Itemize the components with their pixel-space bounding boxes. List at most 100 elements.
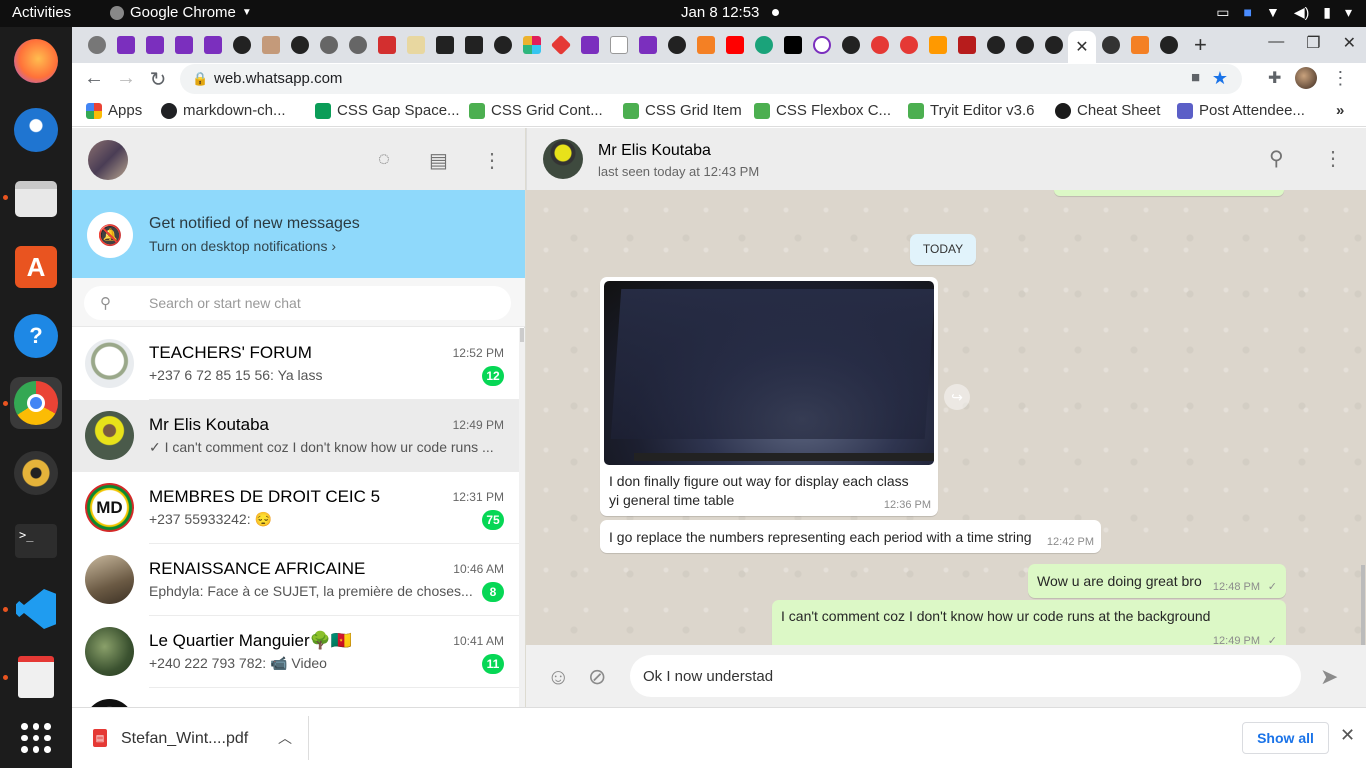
bookmarks-overflow-chevron-icon[interactable]: » [1336,102,1344,119]
bookmark-markdown[interactable]: markdown-ch... [161,102,286,119]
show-applications-button[interactable] [10,712,62,764]
tab-favicon-c-icon[interactable] [610,36,628,54]
conversation-header[interactable]: Mr Elis Koutaba last seen today at 12:43… [526,128,1366,190]
tab-favicon-github-icon[interactable] [494,36,512,54]
tab-favicon-pdf-icon[interactable] [958,36,976,54]
bookmark-post-attendee[interactable]: Post Attendee... [1177,102,1305,119]
tab-favicon-globe-icon[interactable] [320,36,338,54]
app-menu[interactable]: Google Chrome ▼ [110,4,252,21]
chevron-up-icon[interactable]: ︿ [278,728,292,748]
close-window-icon[interactable]: ✕ [1343,33,1356,53]
incoming-image-message[interactable]: I don finally figure out way for display… [600,277,938,516]
menu-dots-icon[interactable]: ⋮ [482,148,502,173]
firefox-launcher[interactable] [10,35,62,87]
tab-favicon-globe-icon[interactable] [88,36,106,54]
tab-favicon-r-icon[interactable] [465,36,483,54]
help-launcher[interactable]: ? [10,310,62,362]
tab-favicon-github-icon[interactable] [233,36,251,54]
tab-favicon-m-icon[interactable] [204,36,222,54]
tab-favicon-github-icon[interactable] [1016,36,1034,54]
chat-list-item[interactable]: MD MEMBRES DE DROIT CEIC 5 12:31 PM +237… [72,472,519,544]
activities-button[interactable]: Activities [12,4,71,21]
camera-icon[interactable]: ■ [1191,69,1200,86]
extensions-puzzle-icon[interactable]: ✚ [1268,68,1281,88]
profile-avatar[interactable] [1295,67,1318,89]
tab-favicon-icon[interactable] [407,36,425,54]
document-viewer-launcher[interactable] [10,651,62,703]
emoji-icon[interactable]: ☺ [547,664,569,690]
chat-list-item[interactable]: TEACHERS' FORUM 12:52 PM +237 6 72 85 15… [72,328,519,400]
chat-list-item-partial[interactable] [72,688,519,707]
tab-favicon-slack-icon[interactable] [523,36,541,54]
tab-favicon-icon[interactable] [1102,36,1120,54]
bookmark-apps[interactable]: Apps [86,102,142,119]
notification-banner[interactable]: 🔕 Get notified of new messages Turn on d… [72,190,525,278]
new-tab-plus-icon[interactable]: + [1194,32,1207,58]
tab-favicon-dev-icon[interactable] [784,36,802,54]
tab-favicon-stackoverflow-icon[interactable] [697,36,715,54]
show-all-downloads-button[interactable]: Show all [1242,722,1329,754]
outgoing-message[interactable]: Wow u are doing great bro 12:48 PM ✓ [1028,564,1286,598]
tab-favicon-youtube-icon[interactable] [726,36,744,54]
tab-favicon-opera-icon[interactable] [900,36,918,54]
chat-list-item[interactable]: Mr Elis Koutaba 12:49 PM ✓ I can't comme… [72,400,519,472]
system-tray[interactable]: ▭ ■ ▼ ◀) ▮ ▾ [1216,4,1352,21]
tab-favicon-github-icon[interactable] [1160,36,1178,54]
files-launcher[interactable] [10,173,62,225]
tab-favicon-github-icon[interactable] [842,36,860,54]
send-icon[interactable]: ➤ [1320,664,1338,690]
chat-list-scrollbar[interactable] [519,328,525,707]
attach-paperclip-icon[interactable]: ⊘ [588,664,606,690]
bookmark-css-grid-item[interactable]: CSS Grid Item [623,102,742,119]
lock-icon[interactable]: 🔒 [192,71,208,87]
message-photo[interactable] [604,281,934,465]
chat-list-item[interactable]: RENAISSANCE AFRICAINE 10:46 AM Ephdyla: … [72,544,519,616]
tab-favicon-github-icon[interactable] [1045,36,1063,54]
tab-favicon-r-icon[interactable] [436,36,454,54]
forward-icon[interactable]: ↪ [944,384,970,410]
menu-dots-icon[interactable]: ⋮ [1323,146,1343,171]
rhythmbox-launcher[interactable] [10,447,62,499]
bookmark-css-grid-container[interactable]: CSS Grid Cont... [469,102,603,119]
close-download-shelf-icon[interactable]: ✕ [1340,725,1355,746]
status-icon[interactable]: ◌ [378,148,390,171]
my-avatar[interactable] [88,140,128,180]
back-arrow-icon[interactable]: ← [82,67,106,90]
conversation-scrollbar[interactable] [1360,190,1366,645]
tab-favicon-avatar-icon[interactable] [262,36,280,54]
bookmark-star-icon[interactable]: ★ [1212,68,1228,89]
incoming-message[interactable]: I go replace the numbers representing ea… [600,520,1101,553]
maximize-icon[interactable]: ❐ [1306,33,1320,53]
bookmark-cheat-sheet[interactable]: Cheat Sheet [1055,102,1160,119]
software-launcher[interactable]: A [10,241,62,293]
reload-icon[interactable]: ↻ [146,67,170,92]
active-tab[interactable]: ✕ [1068,31,1096,63]
tab-favicon-m-icon[interactable] [117,36,135,54]
tab-favicon-m-icon[interactable] [581,36,599,54]
tab-favicon-amazon-icon[interactable] [929,36,947,54]
thunderbird-launcher[interactable] [10,104,62,156]
chat-list-item[interactable]: Le Quartier Manguier🌳🇨🇲 10:41 AM +240 22… [72,616,519,688]
vscode-launcher[interactable] [10,583,62,635]
clock[interactable]: Jan 8 12:53 [681,4,759,21]
terminal-launcher[interactable]: >_ [10,515,62,567]
tab-favicon-m-icon[interactable] [639,36,657,54]
forward-arrow-icon[interactable]: → [114,67,138,90]
search-icon[interactable]: ⚲ [1269,146,1284,171]
address-bar[interactable]: 🔒 web.whatsapp.com ■ ★ [180,64,1242,94]
chrome-menu-icon[interactable]: ⋮ [1331,68,1349,89]
tab-favicon-red-icon[interactable] [378,36,396,54]
contact-avatar[interactable] [543,139,583,179]
tab-favicon-stackoverflow-icon[interactable] [1131,36,1149,54]
new-chat-icon[interactable]: ▤ [429,148,448,173]
tab-favicon-circle-icon[interactable] [813,36,831,54]
chrome-launcher[interactable] [10,377,62,429]
tab-favicon-icon[interactable] [755,36,773,54]
tab-close-icon[interactable]: ✕ [1075,37,1088,57]
message-input[interactable] [630,655,1301,697]
search-input[interactable]: ⚲ Search or start new chat [84,286,511,320]
tab-favicon-github-icon[interactable] [987,36,1005,54]
tab-favicon-globe-icon[interactable] [349,36,367,54]
minimize-icon[interactable]: — [1268,33,1284,53]
tab-favicon-github-icon[interactable] [291,36,309,54]
